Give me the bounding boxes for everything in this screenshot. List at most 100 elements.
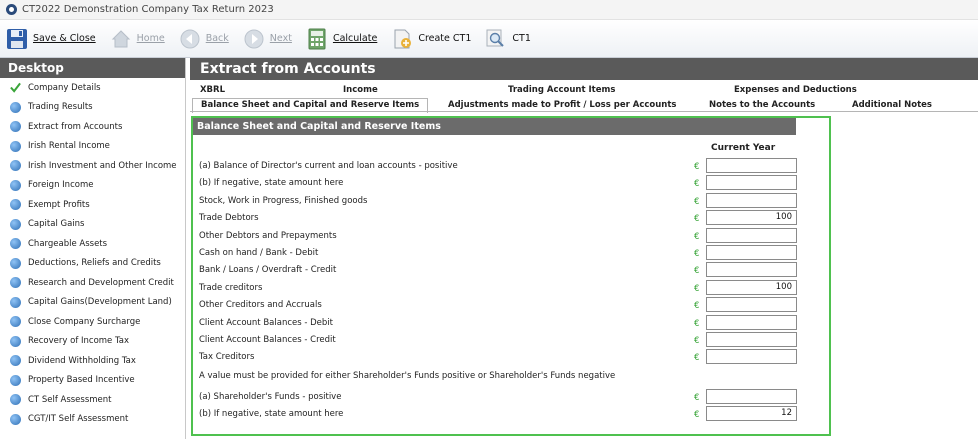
info-bubble-icon (10, 335, 21, 347)
amount-input[interactable]: 100 (706, 210, 797, 226)
sidebar-item-irish-rental-income[interactable]: Irish Rental Income (0, 137, 185, 157)
toolbar: Save & Close Home Back Next Calculate Cr… (0, 20, 978, 58)
sidebar-item-label: Close Company Surcharge (28, 316, 141, 327)
info-bubble-icon (10, 413, 21, 425)
amount-input[interactable] (706, 158, 797, 173)
field-label: (b) If negative, state amount here (199, 409, 344, 420)
tab-trading-account-items[interactable]: Trading Account Items (508, 85, 615, 95)
sidebar-item-label: CT Self Assessment (28, 394, 112, 405)
sidebar-item-property-based-incentive[interactable]: Property Based Incentive (0, 371, 185, 391)
euro-symbol: € (694, 179, 700, 190)
sidebar-item-label: Dividend Withholding Tax (28, 355, 136, 366)
sidebar-item-label: Chargeable Assets (28, 238, 108, 249)
tab-notes-to-accounts[interactable]: Notes to the Accounts (709, 100, 815, 110)
tab-xbrl[interactable]: XBRL (200, 85, 225, 95)
save-close-button[interactable]: Save & Close (6, 25, 96, 53)
info-bubble-icon (10, 238, 21, 250)
shareholder-funds-input[interactable]: 12 (706, 406, 797, 422)
sidebar-item-trading-results[interactable]: Trading Results (0, 98, 185, 118)
sidebar: Desktop Company Details Trading Results Ex… (0, 58, 186, 439)
sidebar-item-exempt-profits[interactable]: Exempt Profits (0, 195, 185, 215)
sidebar-item-label: Company Details (28, 82, 101, 93)
next-arrow-icon (244, 29, 264, 48)
info-bubble-icon (10, 218, 21, 230)
sidebar-item-ct-self-assessment[interactable]: CT Self Assessment (0, 390, 185, 410)
amount-input[interactable] (706, 349, 797, 365)
ct1-button[interactable]: CT1 (485, 25, 531, 53)
sidebar-item-cgt-it-self-assessment[interactable]: CGT/IT Self Assessment (0, 410, 185, 430)
sidebar-item-label: Trading Results (28, 102, 93, 113)
amount-input[interactable] (706, 192, 797, 208)
app-logo-icon (6, 4, 17, 15)
sidebar-item-close-company-surcharge[interactable]: Close Company Surcharge (0, 312, 185, 332)
sidebar-item-label: Property Based Incentive (28, 375, 135, 386)
info-bubble-icon (10, 257, 21, 269)
shareholder-funds-input[interactable] (706, 389, 797, 404)
sidebar-item-label: Extract from Accounts (28, 121, 123, 132)
info-bubble-icon (10, 277, 21, 289)
ct1-label: CT1 (512, 33, 531, 44)
sidebar-item-label: Research and Development Credit (28, 277, 174, 288)
euro-symbol: € (694, 214, 700, 225)
next-button[interactable]: Next (243, 25, 292, 53)
sidebar-item-label: CGT/IT Self Assessment (28, 414, 129, 425)
sidebar-item-foreign-income[interactable]: Foreign Income (0, 176, 185, 196)
back-button[interactable]: Back (179, 25, 229, 53)
back-arrow-icon (180, 29, 200, 48)
amount-input[interactable] (706, 245, 797, 260)
tab-additional-notes[interactable]: Additional Notes (852, 100, 932, 110)
amount-input[interactable] (706, 297, 797, 313)
info-bubble-icon (10, 199, 21, 211)
amount-input[interactable] (706, 227, 797, 243)
amount-input[interactable] (706, 262, 797, 278)
euro-symbol: € (694, 196, 700, 207)
euro-symbol: € (694, 249, 700, 259)
sidebar-item-capital-gains[interactable]: Capital Gains (0, 215, 185, 235)
current-year-header: Current Year (711, 143, 776, 153)
sidebar-item-label: Irish Rental Income (28, 141, 110, 152)
field-label: Tax Creditors (199, 352, 255, 363)
check-icon (10, 83, 21, 94)
field-label: (a) Balance of Director's current and lo… (199, 161, 458, 171)
field-label: (b) If negative, state amount here (199, 178, 344, 189)
euro-symbol: € (694, 393, 700, 403)
create-ct1-label: Create CT1 (418, 33, 472, 44)
sidebar-item-chargeable-assets[interactable]: Chargeable Assets (0, 234, 185, 254)
euro-symbol: € (694, 353, 700, 364)
window-title: CT2022 Demonstration Company Tax Return … (22, 4, 274, 15)
amount-input[interactable] (706, 332, 797, 347)
sidebar-item-irish-investment-and-other-income[interactable]: Irish Investment and Other Income (0, 156, 185, 176)
info-bubble-icon (10, 374, 21, 386)
shareholder-funds-note: A value must be provided for either Shar… (199, 371, 616, 381)
sidebar-item-research-and-development-credit[interactable]: Research and Development Credit (0, 273, 185, 293)
amount-input[interactable] (706, 175, 797, 191)
sidebar-item-deductions-reliefs-and-credits[interactable]: Deductions, Reliefs and Credits (0, 254, 185, 274)
tab-adjustments[interactable]: Adjustments made to Profit / Loss per Ac… (448, 100, 676, 110)
sidebar-item-company-details[interactable]: Company Details (0, 78, 185, 98)
info-bubble-icon (10, 355, 21, 367)
amount-input[interactable]: 100 (706, 279, 797, 295)
sidebar-item-recovery-of-income-tax[interactable]: Recovery of Income Tax (0, 332, 185, 352)
amount-input[interactable] (706, 314, 797, 330)
field-label: Client Account Balances - Credit (199, 335, 336, 345)
sidebar-item-label: Foreign Income (28, 180, 94, 191)
euro-symbol: € (694, 301, 700, 312)
field-label: Trade Debtors (199, 213, 259, 224)
sidebar-item-capital-gains-development-land[interactable]: Capital Gains(Development Land) (0, 293, 185, 313)
home-button[interactable]: Home (110, 25, 165, 53)
info-bubble-icon (10, 140, 21, 152)
calculate-button[interactable]: Calculate (306, 25, 377, 53)
sidebar-item-dividend-withholding-tax[interactable]: Dividend Withholding Tax (0, 351, 185, 371)
tab-income[interactable]: Income (343, 85, 378, 95)
sidebar-item-label: Exempt Profits (28, 199, 90, 210)
info-bubble-icon (10, 394, 21, 406)
tab-expenses-and-deductions[interactable]: Expenses and Deductions (734, 85, 857, 95)
field-label: Client Account Balances - Debit (199, 317, 333, 328)
create-ct1-button[interactable]: Create CT1 (391, 25, 471, 53)
page-title: Extract from Accounts (190, 58, 978, 80)
panel-header: Balance Sheet and Capital and Reserve It… (193, 118, 796, 135)
sidebar-item-extract-from-accounts[interactable]: Extract from Accounts (0, 117, 185, 137)
sidebar-item-label: Capital Gains (28, 219, 85, 230)
euro-symbol: € (694, 266, 700, 277)
title-bar: CT2022 Demonstration Company Tax Return … (0, 0, 978, 20)
